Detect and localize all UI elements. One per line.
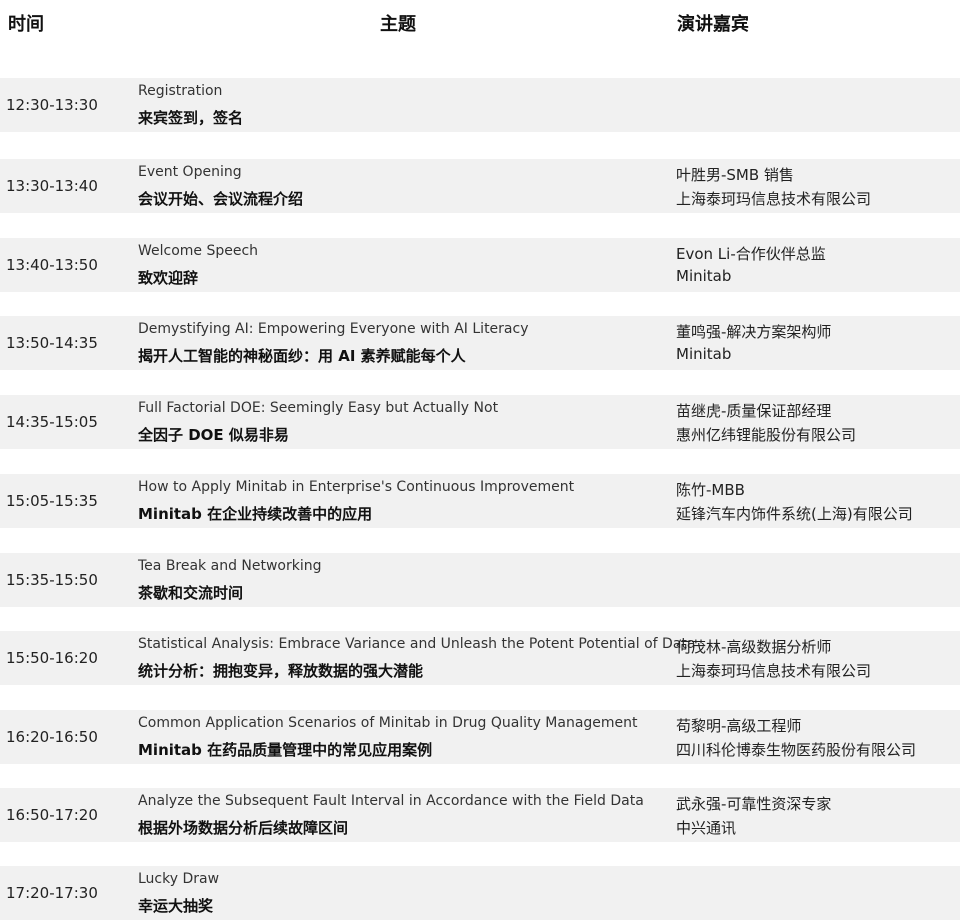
table-row: 17:20-17:30 Lucky Draw 幸运大抽奖 (0, 866, 960, 920)
row-company: 四川科伦博泰生物医药股份有限公司 (676, 741, 917, 759)
table-row: 16:50-17:20 Analyze the Subsequent Fault… (0, 788, 960, 842)
table-row: 15:05-15:35 How to Apply Minitab in Ente… (0, 474, 960, 528)
row-time: 13:30-13:40 (6, 177, 98, 195)
row-speaker: 董鸣强-解决方案架构师 (676, 323, 832, 341)
table-row: 13:40-13:50 Welcome Speech 致欢迎辞 Evon Li-… (0, 238, 960, 292)
header-speaker: 演讲嘉宾 (677, 14, 749, 35)
row-speaker: 陈竹-MBB (676, 481, 745, 499)
row-topic-en: Event Opening (138, 164, 242, 180)
row-company: 惠州亿纬锂能股份有限公司 (676, 426, 857, 444)
row-topic-cn: 茶歇和交流时间 (138, 584, 244, 602)
row-topic-cn: 统计分析：拥抱变异，释放数据的强大潜能 (138, 662, 424, 680)
row-topic-en: Welcome Speech (138, 243, 259, 259)
header-topic: 主题 (380, 14, 416, 35)
row-topic-cn: 来宾签到，签名 (138, 109, 244, 127)
row-time: 16:50-17:20 (6, 806, 98, 824)
row-topic-cn: 揭开人工智能的神秘面纱：用 AI 素养赋能每个人 (138, 347, 466, 365)
row-time: 13:40-13:50 (6, 256, 98, 274)
row-topic-en: Full Factorial DOE: Seemingly Easy but A… (138, 400, 499, 416)
table-row: 15:50-16:20 Statistical Analysis: Embrac… (0, 631, 960, 685)
row-company: Minitab (676, 345, 732, 363)
row-topic-cn: 根据外场数据分析后续故障区间 (138, 819, 349, 837)
row-company: Minitab (676, 267, 732, 285)
row-topic-en: Registration (138, 83, 223, 99)
table-row: 15:35-15:50 Tea Break and Networking 茶歇和… (0, 553, 960, 607)
row-speaker: 苟黎明-高级工程师 (676, 717, 802, 735)
row-topic-en: Statistical Analysis: Embrace Variance a… (138, 636, 696, 652)
row-topic-cn: 致欢迎辞 (138, 269, 199, 287)
row-speaker: 武永强-可靠性资深专家 (676, 795, 832, 813)
row-speaker: 叶胜男-SMB 销售 (676, 166, 794, 184)
header-time: 时间 (8, 14, 44, 35)
row-time: 12:30-13:30 (6, 96, 98, 114)
row-speaker: Evon Li-合作伙伴总监 (676, 245, 826, 263)
row-time: 16:20-16:50 (6, 728, 98, 746)
row-topic-en: Common Application Scenarios of Minitab … (138, 715, 638, 731)
row-company: 延锋汽车内饰件系统(上海)有限公司 (676, 505, 913, 523)
row-time: 15:05-15:35 (6, 492, 98, 510)
row-topic-cn: Minitab 在药品质量管理中的常见应用案例 (138, 741, 433, 759)
table-header: 时间 主题 演讲嘉宾 (0, 0, 960, 50)
row-time: 15:35-15:50 (6, 571, 98, 589)
table-row: 13:50-14:35 Demystifying AI: Empowering … (0, 316, 960, 370)
row-topic-en: How to Apply Minitab in Enterprise's Con… (138, 479, 575, 495)
table-row: 13:30-13:40 Event Opening 会议开始、会议流程介绍 叶胜… (0, 159, 960, 213)
table-row: 16:20-16:50 Common Application Scenarios… (0, 710, 960, 764)
row-time: 15:50-16:20 (6, 649, 98, 667)
table-row: 14:35-15:05 Full Factorial DOE: Seemingl… (0, 395, 960, 449)
row-topic-en: Tea Break and Networking (138, 558, 322, 574)
row-company: 中兴通讯 (676, 819, 737, 837)
row-topic-en: Lucky Draw (138, 871, 220, 887)
row-topic-en: Demystifying AI: Empowering Everyone wit… (138, 321, 529, 337)
row-time: 14:35-15:05 (6, 413, 98, 431)
row-topic-cn: 幸运大抽奖 (138, 897, 214, 915)
row-company: 上海泰珂玛信息技术有限公司 (676, 190, 872, 208)
row-topic-cn: 全因子 DOE 似易非易 (138, 426, 289, 444)
row-topic-en: Analyze the Subsequent Fault Interval in… (138, 793, 644, 809)
row-topic-cn: 会议开始、会议流程介绍 (138, 190, 304, 208)
row-time: 13:50-14:35 (6, 334, 98, 352)
row-time: 17:20-17:30 (6, 884, 98, 902)
row-company: 上海泰珂玛信息技术有限公司 (676, 662, 872, 680)
row-speaker: 何茂林-高级数据分析师 (676, 638, 832, 656)
table-row: 12:30-13:30 Registration 来宾签到，签名 (0, 78, 960, 132)
agenda-table: 时间 主题 演讲嘉宾 12:30-13:30 Registration 来宾签到… (0, 0, 960, 920)
row-topic-cn: Minitab 在企业持续改善中的应用 (138, 505, 373, 523)
row-speaker: 苗继虎-质量保证部经理 (676, 402, 832, 420)
